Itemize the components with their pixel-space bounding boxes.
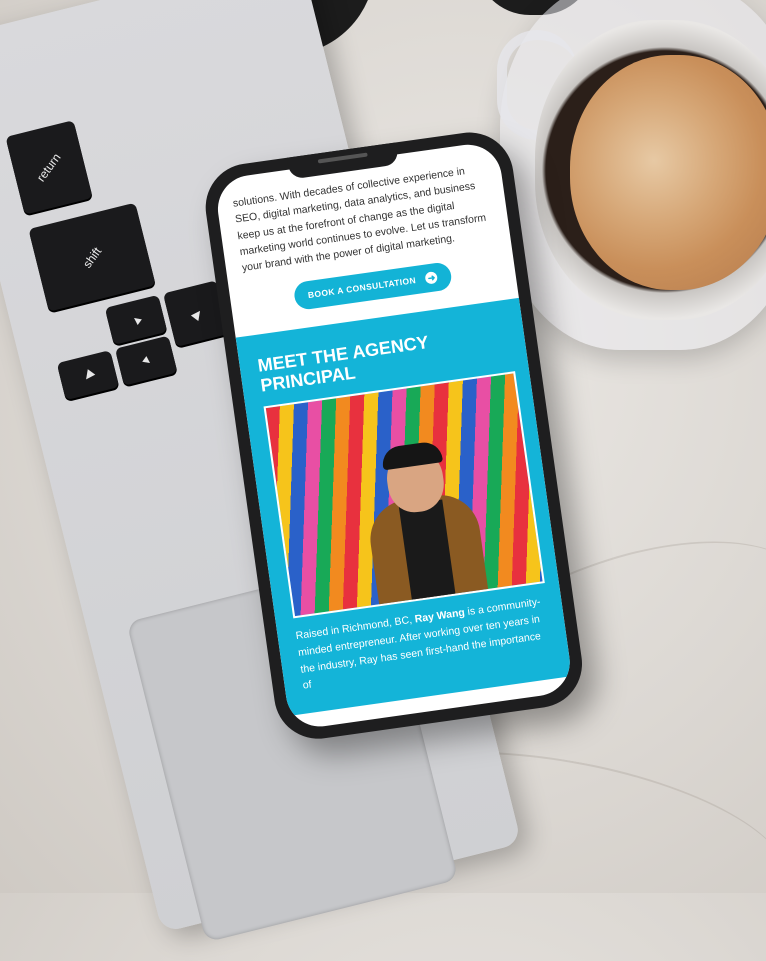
arrow-left-key: ◀ xyxy=(56,350,120,401)
book-consultation-label: BOOK A CONSULTATION xyxy=(307,275,417,301)
principal-name: Ray Wang xyxy=(414,606,466,626)
arrow-right-icon: ➜ xyxy=(425,271,439,285)
return-key: return xyxy=(5,120,93,215)
book-consultation-button[interactable]: BOOK A CONSULTATION ➜ xyxy=(292,261,454,312)
phone-screen: solutions. With decades of collective ex… xyxy=(213,140,575,731)
coffee-foam xyxy=(570,55,766,290)
shift-key: shift xyxy=(28,202,156,312)
principal-portrait xyxy=(263,371,545,619)
agency-principal-section: MEET THE AGENCY PRINCIPAL Raised in Rich… xyxy=(235,298,573,717)
arrow-down-key: ▼ xyxy=(114,335,178,386)
